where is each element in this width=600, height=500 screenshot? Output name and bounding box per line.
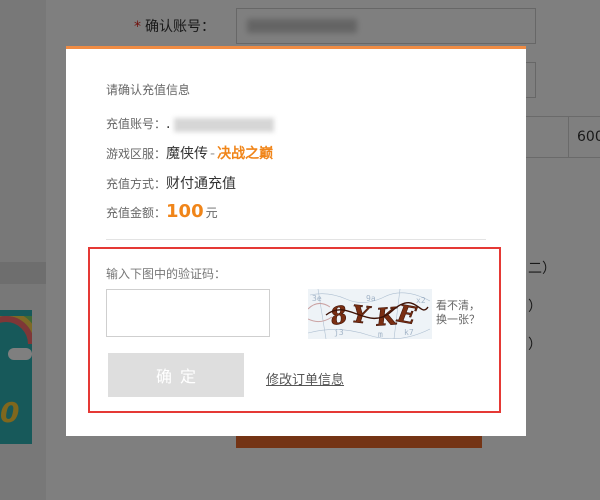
captcha-input[interactable] xyxy=(106,289,270,337)
modal-divider xyxy=(106,239,486,240)
server-name: 决战之巅 xyxy=(217,146,274,162)
refresh-captcha-link[interactable]: 看不清， 换一张？ xyxy=(436,299,480,327)
amount-unit: 元 xyxy=(205,206,218,220)
amount-label: 充值金额： xyxy=(106,206,167,220)
amount-value: 100 xyxy=(166,201,204,222)
amount-row: 充值金额：100 元 xyxy=(106,201,218,222)
confirm-payment-modal: 请确认充值信息 充值账号：. 游戏区服：魔侠传 - 决战之巅 充值方式：财付通充值 … xyxy=(66,46,526,436)
captcha-image[interactable]: 3e j3 9a k7 x2 m 8 Y K E xyxy=(308,289,432,339)
svg-text:3e: 3e xyxy=(312,294,322,303)
refresh-captcha-line-1: 看不清， xyxy=(436,299,480,312)
verification-section: 输入下图中的验证码： 3e j3 9a k7 x2 m 8 Y K E 看不清，… xyxy=(88,247,501,413)
captcha-text-3: K xyxy=(374,301,399,332)
confirm-button[interactable]: 确定 xyxy=(108,353,244,397)
method-row: 充值方式：财付通充值 xyxy=(106,173,236,193)
masked-account-value xyxy=(174,117,275,132)
modal-title: 请确认充值信息 xyxy=(106,83,191,97)
account-row: 充值账号：. xyxy=(106,115,275,132)
method-label: 充值方式： xyxy=(106,177,167,191)
refresh-captcha-line-2: 换一张？ xyxy=(436,313,480,326)
server-separator: - xyxy=(210,146,216,162)
verify-label: 输入下图中的验证码： xyxy=(106,267,227,281)
captcha-graphic: 3ej39a k7x2m 8 Y K E xyxy=(308,289,432,339)
method-value: 财付通充值 xyxy=(166,176,237,192)
modify-order-link[interactable]: 修改订单信息 xyxy=(266,369,344,388)
account-value-prefix: . xyxy=(166,116,171,132)
account-label: 充值账号： xyxy=(106,117,167,131)
server-row: 游戏区服：魔侠传 - 决战之巅 xyxy=(106,143,273,163)
server-label: 游戏区服： xyxy=(106,147,167,161)
game-name: 魔侠传 xyxy=(166,146,209,162)
